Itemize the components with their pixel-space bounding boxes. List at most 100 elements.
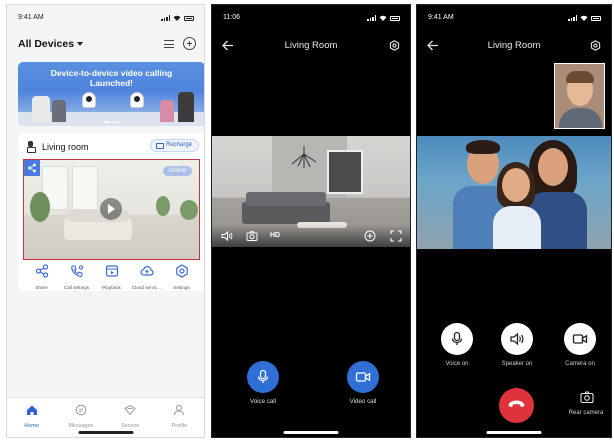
banner-person-elder xyxy=(32,96,50,122)
rear-camera-switch-icon[interactable] xyxy=(580,391,594,403)
preview-plant xyxy=(180,200,198,220)
self-view-video[interactable] xyxy=(554,63,605,129)
device-group-selector[interactable]: All Devices xyxy=(18,38,84,50)
self-view-body xyxy=(559,108,602,128)
banner-headline: Device-to-device video calling xyxy=(50,68,173,78)
tool-label: Cloud servic... xyxy=(131,285,162,290)
tool-label: Settings xyxy=(173,285,190,290)
status-bar: 9:41 AM xyxy=(417,14,611,26)
battery-icon xyxy=(390,15,400,21)
signal-icon xyxy=(367,15,376,21)
video-call-button[interactable] xyxy=(347,361,379,393)
promo-banner[interactable]: Device-to-device video calling Launched! xyxy=(18,62,204,126)
remote-person-child xyxy=(487,162,547,249)
device-toolbar: Share Call settings Playback Cloud servi… xyxy=(18,264,204,290)
play-icon[interactable] xyxy=(100,198,122,220)
tab-label: Service xyxy=(120,423,140,429)
banner-person-adult xyxy=(52,100,66,122)
tab-profile[interactable]: Profile xyxy=(162,404,196,437)
banner-camera-icon xyxy=(82,92,96,108)
live-video-feed[interactable]: HD xyxy=(212,136,410,247)
home-indicator xyxy=(486,431,542,434)
home-indicator xyxy=(283,431,339,434)
signal-icon xyxy=(568,15,577,21)
remote-video-feed[interactable] xyxy=(417,136,611,249)
tab-label: Messages xyxy=(68,423,94,429)
page-title: Living Room xyxy=(487,40,541,51)
share-icon xyxy=(35,264,48,278)
online-badge: Online xyxy=(162,166,192,176)
bottom-tab-bar: Home Messages Service Profile xyxy=(7,397,204,437)
tool-share[interactable]: Share xyxy=(27,264,57,290)
status-time: 9:41 AM xyxy=(18,14,44,21)
voice-toggle-button[interactable] xyxy=(441,323,473,355)
video-camera-icon xyxy=(572,334,588,344)
speaker-toggle-button[interactable] xyxy=(501,323,533,355)
video-camera-icon xyxy=(355,372,371,382)
page-title: All Devices xyxy=(18,38,75,50)
speaker-icon xyxy=(510,332,524,346)
banner-person-woman xyxy=(178,92,194,122)
hang-up-button[interactable] xyxy=(499,388,534,423)
voice-call-label: Voice call xyxy=(249,398,277,405)
message-icon xyxy=(75,404,87,416)
microphone-icon xyxy=(257,369,269,383)
voice-call-button[interactable] xyxy=(247,361,279,393)
settings-gear-icon[interactable] xyxy=(389,40,400,51)
add-device-icon[interactable] xyxy=(183,37,196,50)
list-view-icon[interactable] xyxy=(164,40,174,51)
quality-toggle[interactable]: HD xyxy=(270,232,280,239)
wifi-icon xyxy=(379,15,387,21)
tab-label: Home xyxy=(24,423,39,429)
device-card[interactable]: Living room Recharge Online Share Call s… xyxy=(18,133,204,291)
banner-person-child xyxy=(160,100,174,122)
devices-screen: 9:41 AM All Devices Device-to-device vid… xyxy=(6,4,205,438)
video-call-label: Video call xyxy=(349,398,377,405)
share-badge[interactable] xyxy=(24,160,40,176)
camera-device-icon xyxy=(27,141,36,153)
preview-plant xyxy=(156,196,170,216)
banner-pager[interactable] xyxy=(103,121,120,123)
tab-label: Profile xyxy=(171,423,188,429)
profile-icon xyxy=(174,404,185,416)
tab-home[interactable]: Home xyxy=(15,404,49,437)
fullscreen-icon[interactable] xyxy=(390,230,402,242)
devices-header: All Devices xyxy=(18,37,196,53)
add-icon[interactable] xyxy=(364,230,376,242)
microphone-icon xyxy=(451,331,463,345)
status-time: 9:41 AM xyxy=(428,14,454,21)
end-call-icon xyxy=(508,400,525,408)
tool-cloud-service[interactable]: Cloud servic... xyxy=(132,264,162,290)
camera-toggle-button[interactable] xyxy=(564,323,596,355)
self-view-hair xyxy=(566,71,594,83)
service-icon xyxy=(124,404,136,416)
snapshot-camera-icon[interactable] xyxy=(246,230,258,242)
video-call-screen: 9:41 AM Living Room Voice on Speaker on … xyxy=(416,4,612,438)
live-preview[interactable]: Online xyxy=(23,159,200,260)
volume-icon[interactable] xyxy=(221,230,233,242)
camera-on-label: Camera on xyxy=(565,361,595,367)
top-nav: Living Room xyxy=(212,39,410,53)
phone-settings-icon xyxy=(70,265,83,277)
tool-label: Share xyxy=(35,285,48,290)
playback-icon xyxy=(105,265,118,277)
status-bar: 9:41 AM xyxy=(7,14,204,26)
banner-subline: Launched! xyxy=(90,78,133,88)
preview-window xyxy=(72,166,98,210)
tool-playback[interactable]: Playback xyxy=(97,264,127,290)
signal-icon xyxy=(161,15,170,21)
room-name: Living room xyxy=(42,142,89,152)
banner-camera-icon xyxy=(130,92,144,108)
recharge-button[interactable]: Recharge xyxy=(149,139,199,152)
tool-call-settings[interactable]: Call settings xyxy=(62,264,92,290)
tool-label: Call settings xyxy=(63,285,90,290)
battery-icon xyxy=(184,15,194,21)
top-nav: Living Room xyxy=(417,39,611,53)
status-time: 11:06 xyxy=(223,14,240,21)
settings-gear-icon[interactable] xyxy=(590,40,601,51)
tool-settings[interactable]: Settings xyxy=(167,264,197,290)
preview-sofa xyxy=(64,210,132,240)
live-view-screen: 11:06 Living Room HD Voice call Video ca… xyxy=(211,4,411,438)
cloud-icon xyxy=(139,265,154,276)
rear-camera-label: Rear camera xyxy=(568,410,604,416)
